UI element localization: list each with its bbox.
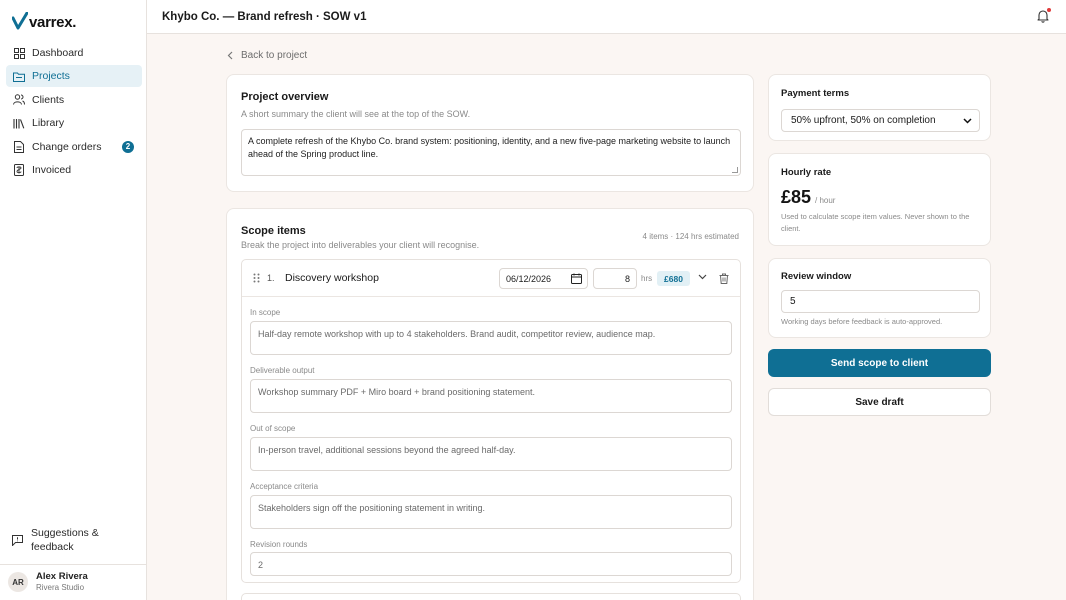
sidebar-item-change-orders[interactable]: Change orders 2 [6,136,142,158]
chevron-down-icon[interactable] [698,274,707,280]
sidebar-item-label: Projects [32,70,70,83]
trash-icon[interactable] [719,273,729,284]
scope-item-date: 06/12/2026 [506,274,552,284]
chevron-down-icon [963,118,972,124]
revision-rounds-input[interactable]: 2 [250,552,732,576]
hours-unit-label: hrs [641,274,653,283]
sidebar-item-clients[interactable]: Clients [6,89,142,111]
in-scope-textarea[interactable]: Half-day remote workshop with up to 4 st… [250,321,732,355]
hourly-rate-unit: / hour [815,196,836,205]
hourly-rate-card: Hourly rate £85 / hour Used to calculate… [768,153,991,246]
logo-mark-icon [12,12,28,30]
payment-terms-card: Payment terms 50% upfront, 50% on comple… [768,74,991,141]
sidebar-nav: Dashboard Projects Clients Library Chang… [6,42,142,182]
scope-item-header: 1. Discovery workshop 06/12/2026 8 hrs £… [242,260,740,297]
folder-icon [13,70,25,82]
avatar: AR [8,572,28,592]
in-scope-label: In scope [250,308,281,317]
sidebar-item-projects[interactable]: Projects [6,65,142,88]
overview-subtitle: A short summary the client will see at t… [241,109,471,119]
sidebar-item-label: Change orders [32,140,102,153]
scope-title: Scope items [241,225,306,237]
document-icon [13,140,25,153]
sidebar: varrex. Dashboard Projects Clients Libra… [0,0,147,600]
topbar: Khybo Co. — Brand refresh · SOW v1 [147,0,1066,34]
hourly-rate-note: Used to calculate scope item values. Nev… [781,212,970,233]
scope-summary: 4 items · 124 hrs estimated [642,232,739,241]
user-org: Rivera Studio [36,583,85,592]
back-label: Back to project [241,50,308,61]
page-title: Khybo Co. — Brand refresh · SOW v1 [162,11,367,23]
review-window-note: Working days before feedback is auto-app… [781,317,943,326]
library-icon [13,117,25,129]
scope-item-name[interactable]: Discovery workshop [285,272,379,284]
scope-item-date-input[interactable]: 06/12/2026 [499,268,588,289]
review-window-card: Review window 5 Working days before feed… [768,258,991,338]
review-window-input[interactable]: 5 [781,290,980,313]
users-icon [13,94,25,106]
sidebar-item-label: Clients [32,93,65,106]
sidebar-item-label: Dashboard [32,47,84,59]
acceptance-criteria-label: Acceptance criteria [250,482,319,491]
payment-terms-select[interactable]: 50% upfront, 50% on completion [781,109,980,132]
hourly-rate-value: £85 [781,187,812,207]
scope-item-hours-input[interactable]: 8 [593,268,637,289]
save-draft-button[interactable]: Save draft [768,388,991,416]
overview-textarea[interactable]: A complete refresh of the Khybo Co. bran… [241,129,741,176]
logo[interactable]: varrex. [12,8,76,30]
scope-item-number: 1. [267,273,275,283]
back-to-project-link[interactable]: Back to project [227,50,307,61]
sidebar-item-library[interactable]: Library [6,112,142,134]
project-overview-card: Project overview A short summary the cli… [226,74,754,192]
revision-rounds-label: Revision rounds [250,540,308,549]
user-profile[interactable]: AR Alex Rivera Rivera Studio [8,571,88,593]
change-orders-badge: 2 [122,140,134,153]
sidebar-item-dashboard[interactable]: Dashboard [6,42,142,64]
calendar-icon[interactable] [571,273,582,284]
user-name: Alex Rivera [36,571,88,582]
drag-handle-icon[interactable] [253,273,260,283]
chevron-left-icon [227,51,233,60]
payment-terms-value: 50% upfront, 50% on completion [791,115,936,126]
logo-text: varrex. [29,14,77,31]
message-icon [12,535,23,549]
acceptance-criteria-textarea[interactable]: Stakeholders sign off the positioning st… [250,495,732,529]
invoice-icon [13,163,25,176]
sidebar-item-label: Invoiced [32,163,72,176]
sidebar-item-invoiced[interactable]: Invoiced [6,159,142,181]
payment-terms-title: Payment terms [781,88,850,99]
suggestions-feedback-link[interactable]: Suggestions & feedback [12,526,137,554]
resize-handle[interactable] [732,167,738,173]
send-scope-button[interactable]: Send scope to client [768,349,991,377]
grid-icon [13,47,25,59]
feedback-label: Suggestions & feedback [31,527,99,553]
scope-items-card: Scope items Break the project into deliv… [226,208,754,600]
hourly-rate-title: Hourly rate [781,167,832,178]
scope-item: 1. Discovery workshop 06/12/2026 8 hrs £… [241,259,741,583]
overview-text: A complete refresh of the Khybo Co. bran… [248,136,731,159]
sidebar-item-label: Library [32,117,65,130]
out-of-scope-textarea[interactable]: In-person travel, additional sessions be… [250,437,732,471]
out-of-scope-label: Out of scope [250,424,296,433]
scope-item-amount-badge: £680 [657,271,690,286]
sidebar-divider [0,564,147,565]
overview-title: Project overview [241,91,329,103]
review-window-title: Review window [781,271,852,282]
notification-dot [1047,8,1051,12]
deliverable-output-textarea[interactable]: Workshop summary PDF + Miro board + bran… [250,379,732,413]
scope-item [241,593,741,600]
deliverable-output-label: Deliverable output [250,366,315,375]
scope-subtitle: Break the project into deliverables your… [241,240,480,250]
